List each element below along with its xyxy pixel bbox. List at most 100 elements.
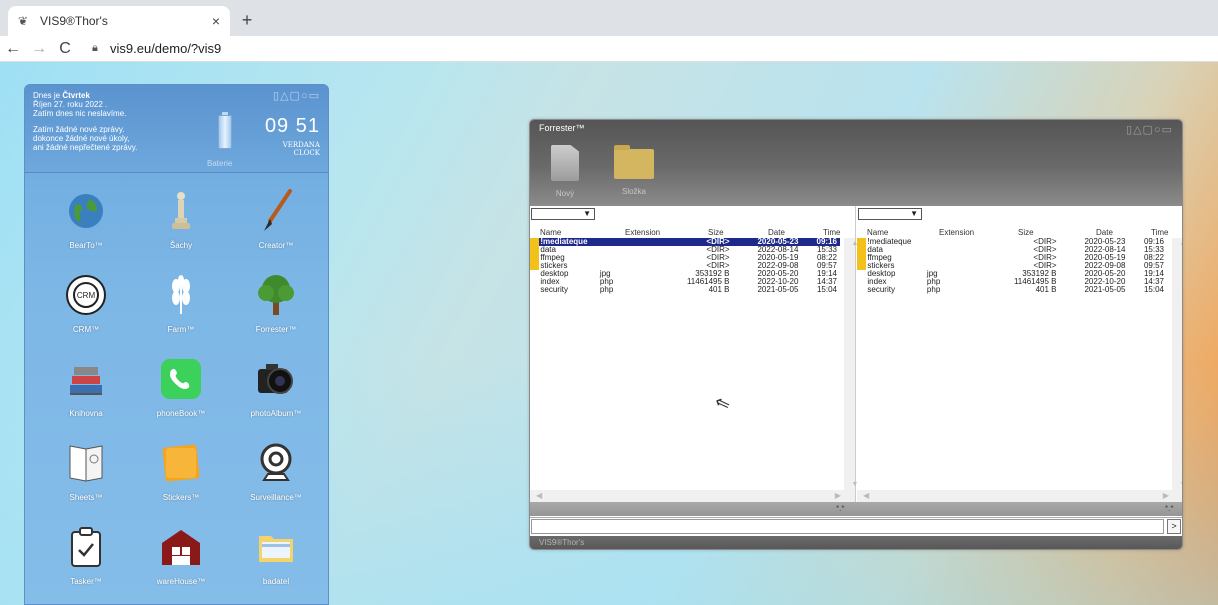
column-size[interactable]: Size [708, 228, 724, 237]
folder-icon [614, 145, 654, 179]
phone-icon [159, 357, 203, 401]
file-list: !mediateque <DIR> 2020-05-23 09:16 data <DIR>… [530, 238, 840, 294]
holiday-line: Zatím dnes nic neslavíme. [33, 109, 127, 118]
books-icon [64, 357, 108, 401]
file-ext [927, 238, 990, 246]
file-size: 401 B [1035, 285, 1057, 294]
file-ext [599, 238, 663, 246]
drive-select[interactable]: ▼ [858, 208, 922, 220]
app-badatel[interactable]: badatel [231, 525, 321, 586]
column-extension[interactable]: Extension [625, 228, 660, 237]
new-file-button[interactable]: Nový [543, 145, 587, 198]
file-size: 401 B [708, 285, 730, 294]
date-line: Říjen 27. roku 2022 . [33, 100, 108, 109]
today-info: Dnes je Čtvrtek Říjen 27. roku 2022 . Za… [33, 91, 138, 152]
file-ext [927, 254, 990, 262]
dir-marker [857, 246, 867, 254]
camera-icon [254, 357, 298, 401]
column-size[interactable]: Size [1018, 228, 1034, 237]
warehouse-icon [159, 525, 203, 569]
drive-select[interactable]: ▼ [531, 208, 595, 220]
browser-tab[interactable]: ❦ VIS9®Thor's × [8, 6, 230, 36]
horizontal-scrollbar[interactable]: ◀ ▶ [530, 490, 855, 502]
clock-name: VERDANA CLOCK [282, 141, 320, 157]
wheat-icon [159, 273, 203, 317]
left-filter-pattern[interactable]: *.* [836, 504, 844, 513]
window-controls-icon[interactable]: ▯△▢○▭ [1126, 123, 1173, 136]
clipboard-icon [64, 525, 108, 569]
column-name[interactable]: Name [867, 228, 888, 237]
new-document-icon [551, 145, 579, 181]
clock-time: 09 51 [264, 115, 320, 137]
url-field[interactable]: vis9.eu/demo/?vis9 [110, 41, 221, 56]
file-ext: php [926, 285, 941, 294]
dir-marker [857, 286, 866, 294]
app-bearto[interactable]: BearTo™ [41, 189, 131, 250]
column-date[interactable]: Date [1096, 228, 1113, 237]
right-filter-pattern[interactable]: *.* [1165, 504, 1173, 513]
column-extension[interactable]: Extension [939, 228, 974, 237]
execute-button[interactable]: > [1167, 519, 1181, 534]
dir-marker [857, 254, 867, 262]
app-warehouse[interactable]: wareHouse™ [136, 525, 226, 586]
file-name: security [867, 285, 895, 294]
vertical-scrollbar[interactable]: ▲▼ [844, 238, 858, 490]
dir-marker [530, 286, 539, 294]
file-time: 15:04 [1143, 285, 1164, 294]
battery-label: Baterie [207, 159, 233, 168]
vertical-scrollbar[interactable]: ▲▼ [1172, 238, 1182, 490]
home-panel: Dnes je Čtvrtek Říjen 27. roku 2022 . Za… [24, 84, 329, 605]
svg-text:CRM: CRM [77, 291, 96, 300]
app-surveillance[interactable]: Surveillance™ [231, 441, 321, 502]
new-tab-button[interactable]: + [236, 10, 258, 31]
column-date[interactable]: Date [768, 228, 785, 237]
site-favicon-icon: ❦ [18, 14, 29, 28]
file-ext [600, 254, 663, 262]
app-sheets[interactable]: Sheets™ [41, 441, 131, 502]
column-time[interactable]: Time [823, 228, 840, 237]
dir-marker [530, 246, 540, 254]
file-row[interactable]: security php 401 B 2021-05-05 15:04 [857, 286, 1167, 294]
back-button[interactable]: ← [0, 40, 26, 58]
folder-icon [254, 525, 298, 569]
app-forrester[interactable]: Forrester™ [231, 273, 321, 334]
command-row: > [530, 517, 1182, 535]
footer-brand: VIS9®Thor's [539, 538, 585, 547]
app-creator[interactable]: Creator™ [231, 189, 321, 250]
app-knihovna[interactable]: Knihovna [41, 357, 131, 418]
file-row[interactable]: security php 401 B 2021-05-05 15:04 [530, 286, 840, 294]
app-farm[interactable]: Farm™ [136, 273, 226, 334]
tab-close-icon[interactable]: × [212, 13, 220, 29]
app-phonebook[interactable]: phoneBook™ [136, 357, 226, 418]
column-time[interactable]: Time [1151, 228, 1168, 237]
file-name: security [540, 285, 568, 294]
forward-button[interactable]: → [26, 40, 52, 58]
lock-icon[interactable]: 🔒︎ [92, 42, 104, 55]
file-ext [927, 246, 990, 254]
window-controls-icon[interactable]: ▯△▢○▭ [273, 89, 320, 102]
file-time: 15:04 [816, 285, 837, 294]
file-list: !mediateque <DIR> 2020-05-23 09:16 data <DIR>… [857, 238, 1167, 294]
app-crm[interactable]: CRM CRM™ [41, 273, 131, 334]
new-folder-button[interactable]: Složka [612, 145, 656, 196]
command-input[interactable] [531, 519, 1164, 534]
dir-marker [530, 254, 540, 262]
filter-bar: *.* *.* [530, 502, 1182, 516]
tree-icon [254, 273, 298, 317]
brush-icon [254, 189, 298, 233]
forrester-toolbar: Forrester™ ▯△▢○▭ Nový Složka [530, 120, 1182, 206]
dir-marker [857, 278, 866, 286]
app-sachy[interactable]: Šachy [136, 189, 226, 250]
app-stickers[interactable]: Stickers™ [136, 441, 226, 502]
column-name[interactable]: Name [540, 228, 561, 237]
app-photoalbum[interactable]: photoAlbum™ [231, 357, 321, 418]
panel-header: Dnes je Čtvrtek Říjen 27. roku 2022 . Za… [25, 85, 328, 173]
sheets-icon [64, 441, 108, 485]
window-footer: VIS9®Thor's [530, 536, 1182, 549]
horizontal-scrollbar[interactable]: ◀ ▶ [857, 490, 1182, 502]
reload-button[interactable]: C [52, 40, 78, 58]
app-tasker[interactable]: Tasker™ [41, 525, 131, 586]
dir-marker [857, 262, 867, 270]
sticker-icon [159, 441, 203, 485]
globe-icon [64, 189, 108, 233]
